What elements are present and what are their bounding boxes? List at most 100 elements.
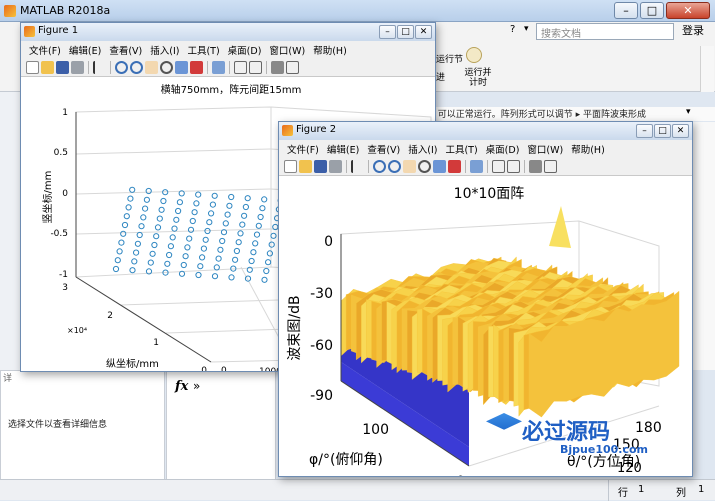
zoom-in-icon[interactable]: [115, 61, 128, 74]
menu-help[interactable]: 帮助(H): [567, 140, 609, 158]
array-element-point: [215, 255, 222, 262]
legend-icon[interactable]: [249, 61, 262, 74]
zoom-out-icon[interactable]: [130, 61, 143, 74]
array-element-point: [250, 249, 257, 256]
figure2-window[interactable]: Figure 2 – □ ✕ 文件(F) 编辑(E) 查看(V) 插入(I) 工具(T) 桌面…: [278, 121, 693, 477]
array-element-point: [138, 223, 145, 230]
breadcrumb-dropdown-icon[interactable]: ▾: [686, 107, 691, 117]
save-icon[interactable]: [56, 61, 69, 74]
pointer-icon[interactable]: [93, 61, 106, 74]
hide-plot-tools-icon[interactable]: [271, 61, 284, 74]
brush-icon[interactable]: [190, 61, 203, 74]
array-element-point: [175, 207, 182, 215]
print-icon[interactable]: [329, 160, 342, 173]
minimize-button[interactable]: –: [614, 2, 638, 19]
menu-help[interactable]: 帮助(H): [309, 41, 351, 59]
array-element-point: [195, 271, 202, 279]
menu-insert[interactable]: 插入(I): [404, 140, 441, 158]
link-icon[interactable]: [470, 160, 483, 173]
menu-insert[interactable]: 插入(I): [146, 41, 183, 59]
array-element-point: [125, 204, 132, 211]
array-element-point: [120, 230, 127, 237]
maximize-button[interactable]: □: [640, 2, 664, 19]
new-figure-icon[interactable]: [284, 160, 297, 173]
z-axis-label: 竖坐标/mm: [42, 171, 54, 224]
array-element-point: [191, 209, 198, 216]
brush-icon[interactable]: [448, 160, 461, 173]
rotate-icon[interactable]: [160, 61, 173, 74]
menu-view[interactable]: 查看(V): [363, 140, 404, 158]
menu-tools[interactable]: 工具(T): [183, 41, 223, 59]
menu-file[interactable]: 文件(F): [25, 41, 65, 59]
show-plot-tools-icon[interactable]: [286, 61, 299, 74]
colorbar-icon[interactable]: [234, 61, 247, 74]
array-element-point: [127, 195, 134, 202]
menu-window[interactable]: 窗口(W): [523, 140, 567, 158]
z-tick: 0: [62, 189, 68, 199]
search-documentation-input[interactable]: 搜索文档: [536, 23, 674, 40]
advance-button[interactable]: 进: [436, 70, 445, 83]
array-element-point: [140, 214, 147, 221]
matlab-title-bar: MATLAB R2018a – □ ✕: [0, 0, 715, 22]
legend-icon[interactable]: [507, 160, 520, 173]
menu-view[interactable]: 查看(V): [105, 41, 146, 59]
array-element-point: [202, 236, 209, 243]
figure2-title-bar[interactable]: Figure 2 – □ ✕: [279, 122, 692, 140]
maximize-button[interactable]: □: [397, 25, 414, 39]
y-tick: 180: [635, 420, 662, 436]
menu-tools[interactable]: 工具(T): [441, 140, 481, 158]
menu-window[interactable]: 窗口(W): [265, 41, 309, 59]
zoom-out-icon[interactable]: [388, 160, 401, 173]
pointer-icon[interactable]: [351, 160, 364, 173]
show-plot-tools-icon[interactable]: [544, 160, 557, 173]
figure1-toolbar: [21, 58, 435, 77]
pan-icon[interactable]: [145, 61, 158, 74]
print-icon[interactable]: [71, 61, 84, 74]
help-icon[interactable]: ?: [510, 24, 515, 35]
menu-edit[interactable]: 编辑(E): [65, 41, 105, 59]
run-section-button[interactable]: 运行节: [436, 52, 463, 65]
menu-file[interactable]: 文件(F): [283, 140, 323, 158]
minimize-button[interactable]: –: [379, 25, 396, 39]
editor-breadcrumb[interactable]: , 可以正常运行。阵列形式可以调节 ▸ 平面阵波束形成: [432, 107, 715, 121]
close-button[interactable]: ✕: [415, 25, 432, 39]
y-tick: 1: [153, 338, 159, 348]
array-element-point: [134, 240, 142, 247]
editor-scroll-area[interactable]: [690, 122, 715, 370]
open-icon[interactable]: [41, 61, 54, 74]
toolstrip-scroll[interactable]: [700, 46, 714, 92]
colorbar-icon[interactable]: [492, 160, 505, 173]
figure2-plot: 10*10面阵 0 -30 -60 -90 波束图/dB 100 0 φ/°(俯…: [287, 186, 680, 476]
array-element-point: [193, 200, 200, 207]
menu-desktop[interactable]: 桌面(D): [224, 41, 266, 59]
open-icon[interactable]: [299, 160, 312, 173]
maximize-button[interactable]: □: [654, 124, 671, 138]
pan-icon[interactable]: [403, 160, 416, 173]
array-element-point: [222, 220, 229, 227]
data-cursor-icon[interactable]: [175, 61, 188, 74]
figure1-title-bar[interactable]: Figure 1 – □ ✕: [21, 23, 435, 41]
run-and-time-button[interactable]: 运行并 计时: [458, 68, 498, 88]
array-element-point: [166, 251, 173, 259]
array-element-point: [145, 187, 152, 195]
new-figure-icon[interactable]: [26, 61, 39, 74]
menu-desktop[interactable]: 桌面(D): [482, 140, 524, 158]
login-button[interactable]: 登录: [682, 22, 704, 38]
close-button[interactable]: ✕: [666, 2, 710, 19]
link-icon[interactable]: [212, 61, 225, 74]
array-element-point: [195, 191, 202, 198]
array-element-point: [261, 196, 268, 203]
menu-edit[interactable]: 编辑(E): [323, 140, 363, 158]
array-element-point: [114, 257, 121, 264]
array-element-point: [180, 261, 187, 269]
zoom-in-icon[interactable]: [373, 160, 386, 173]
data-cursor-icon[interactable]: [433, 160, 446, 173]
hide-plot-tools-icon[interactable]: [529, 160, 542, 173]
command-window[interactable]: fx »: [166, 370, 276, 480]
rotate-icon[interactable]: [418, 160, 431, 173]
minimize-button[interactable]: –: [636, 124, 653, 138]
dropdown-arrow-icon[interactable]: ▾: [524, 24, 529, 34]
save-icon[interactable]: [314, 160, 327, 173]
close-button[interactable]: ✕: [672, 124, 689, 138]
fx-icon[interactable]: fx: [175, 379, 188, 394]
